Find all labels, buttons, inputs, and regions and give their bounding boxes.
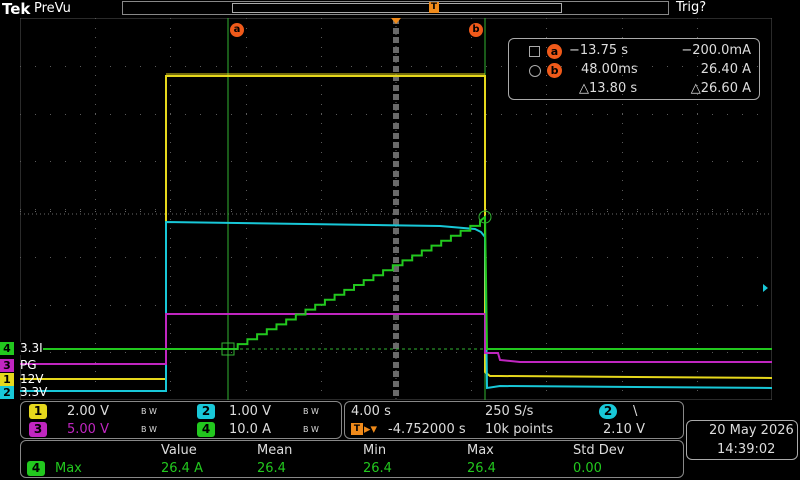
ch1-scale[interactable]: 2.00 V bbox=[67, 404, 109, 419]
meas-header-mean: Mean bbox=[257, 443, 293, 458]
cursor-a-value: −200.0mA bbox=[681, 43, 751, 58]
falling-edge-icon[interactable]: \ bbox=[633, 404, 637, 419]
cursor-b-icon: b bbox=[547, 63, 562, 78]
cursor-delta-value: △26.60 A bbox=[690, 81, 751, 96]
ch3-scale[interactable]: 5.00 V bbox=[67, 422, 109, 437]
brand-logo: Tek bbox=[2, 0, 31, 18]
ch4-chip[interactable]: 4 bbox=[197, 422, 215, 437]
meas-channel-chip[interactable]: 4 bbox=[27, 461, 45, 476]
trigger-position-icon: T bbox=[351, 423, 363, 435]
horizontal-position[interactable]: -4.752000 s bbox=[388, 422, 466, 437]
cursor-a-flag[interactable]: a bbox=[230, 23, 244, 37]
meas-header-max: Max bbox=[467, 443, 494, 458]
meas-header-value: Value bbox=[161, 443, 197, 458]
ch1-bw-limit: B W bbox=[141, 407, 157, 416]
cursor-delta-time: △13.80 s bbox=[579, 81, 638, 96]
meas-name: Max bbox=[55, 461, 82, 476]
measurement-panel[interactable]: Value Mean Min Max Std Dev 4 Max 26.4 A … bbox=[20, 440, 684, 478]
ch4-scale[interactable]: 10.0 A bbox=[229, 422, 271, 437]
time-display: 14:39:02 bbox=[717, 442, 776, 457]
cursor-a-time: −13.75 s bbox=[569, 43, 629, 58]
vertical-settings-panel[interactable]: 1 2.00 V B W 2 1.00 V B W 3 5.00 V B W 4… bbox=[20, 401, 342, 439]
record-overview-window[interactable] bbox=[232, 3, 562, 13]
ch2-chip[interactable]: 2 bbox=[197, 404, 215, 419]
ch1-chip[interactable]: 1 bbox=[29, 404, 47, 419]
cursor-b-time: 48.00ms bbox=[581, 62, 638, 77]
cursor-b-flag[interactable]: b bbox=[469, 23, 483, 37]
circle-icon bbox=[529, 65, 541, 77]
trigger-source-chip[interactable]: 2 bbox=[599, 404, 617, 419]
horizontal-settings-panel[interactable]: 4.00 s 250 S/s T ▸▾ -4.752000 s 10k poin… bbox=[344, 401, 684, 439]
ch2-scale[interactable]: 1.00 V bbox=[229, 404, 271, 419]
ch3-chip[interactable]: 3 bbox=[29, 422, 47, 437]
cursor-readout: a −13.75 s −200.0mA b 48.00ms 26.40 A △1… bbox=[508, 38, 760, 100]
meas-mean: 26.4 bbox=[257, 461, 286, 476]
trigger-status: Trig? bbox=[676, 0, 707, 15]
cursor-a-icon: a bbox=[547, 44, 562, 59]
cursor-b-value: 26.40 A bbox=[700, 62, 751, 77]
record-length: 10k points bbox=[485, 422, 554, 437]
arrow-icon: ▸▾ bbox=[364, 422, 378, 437]
time-per-div[interactable]: 4.00 s bbox=[351, 404, 391, 419]
ch2-bw-limit: B W bbox=[303, 407, 319, 416]
ch3-bw-limit: B W bbox=[141, 425, 157, 434]
meas-stddev: 0.00 bbox=[573, 461, 602, 476]
date-display: 20 May 2026 bbox=[709, 423, 794, 438]
overview-trigger-marker: T bbox=[429, 2, 439, 13]
sample-rate: 250 S/s bbox=[485, 404, 534, 419]
square-icon bbox=[529, 46, 540, 57]
meas-value: 26.4 A bbox=[161, 461, 203, 476]
acquisition-mode: PreVu bbox=[34, 1, 71, 16]
ch4-bw-limit: B W bbox=[303, 425, 319, 434]
trigger-level[interactable]: 2.10 V bbox=[603, 422, 645, 437]
meas-header-stddev: Std Dev bbox=[573, 443, 625, 458]
meas-max: 26.4 bbox=[467, 461, 496, 476]
meas-min: 26.4 bbox=[363, 461, 392, 476]
meas-header-min: Min bbox=[363, 443, 387, 458]
datetime-panel: 20 May 2026 14:39:02 bbox=[686, 420, 798, 460]
